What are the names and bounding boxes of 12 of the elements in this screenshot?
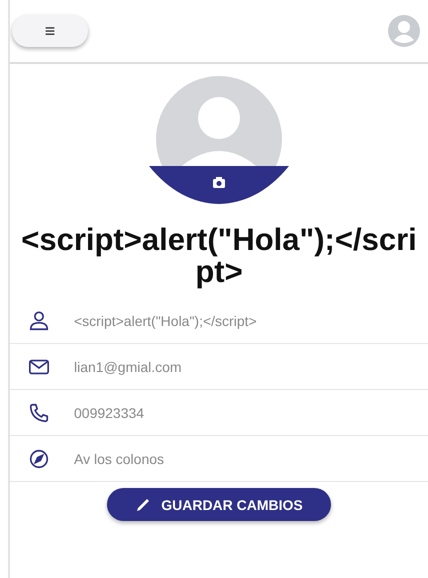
pencil-icon [135,496,152,512]
phone-icon [28,402,50,424]
profile-name: <script>alert("Hola");</script> [20,224,418,288]
text-field[interactable]: <script>alert("Hola");</script> [74,312,374,328]
avatar-photo-upload[interactable] [149,76,289,206]
menu-button[interactable]: ≡ [12,15,88,47]
save-button[interactable]: GUARDAR CAMBIOS [107,488,331,521]
text-field[interactable]: Av los colonos [74,450,374,466]
compass-icon [28,448,50,470]
text-field[interactable]: lian1@gmial.com [74,358,374,374]
user-icon [28,310,50,332]
text-field[interactable]: 009923334 [74,404,374,420]
